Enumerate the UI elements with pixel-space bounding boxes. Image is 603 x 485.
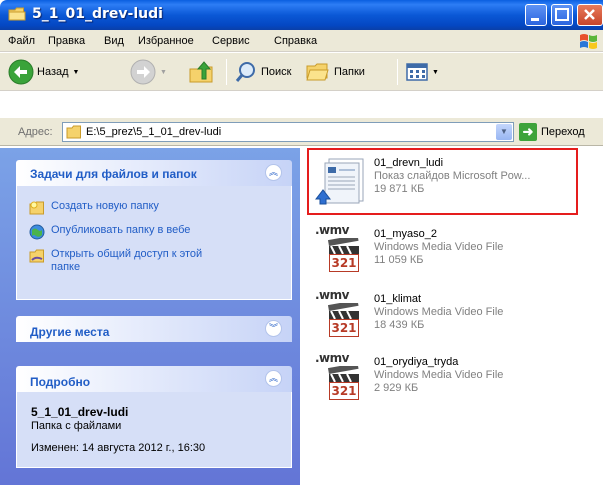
task-new-folder[interactable]: Создать новую папку [17,198,291,218]
back-button[interactable]: Назад ▼ [8,58,79,86]
file-size: 2 929 КБ [374,382,419,394]
task-pane: Задачи для файлов и папок ︽ Создать нову… [0,148,300,485]
folder-icon [66,125,81,139]
file-size: 18 439 КБ [374,319,425,331]
windows-logo-icon [580,34,597,49]
minimize-button[interactable] [525,4,547,26]
close-icon [584,9,595,20]
other-places-header[interactable]: Другие места ︾ [16,316,292,342]
address-field[interactable]: E:\5_prez\5_1_01_drev-ludi ▼ [62,122,514,142]
selection-highlight [307,148,578,215]
menu-view[interactable]: Вид [104,35,124,47]
task-share-folder-label: Открыть общий доступ к этой папке [51,248,203,273]
tasks-panel: Задачи для файлов и папок ︽ Создать нову… [16,160,292,300]
up-folder-button[interactable] [188,58,214,86]
details-panel: Подробно ︽ 5_1_01_drev-ludi Папка с файл… [16,366,292,468]
go-arrow-icon: ➜ [519,123,537,141]
expand-chevron-icon[interactable]: ︾ [265,320,282,337]
menu-file[interactable]: Файл [8,35,35,47]
menu-edit[interactable]: Правка [48,35,85,47]
file-type: Windows Media Video File [374,369,504,381]
menu-help[interactable]: Справка [274,35,317,47]
details-folder-type: Папка с файлами [31,420,122,432]
back-arrow-icon [8,59,34,85]
file-item[interactable]: .wmv 321 01_myaso_2 Windows Media Video … [311,222,581,282]
details-header[interactable]: Подробно ︽ [16,366,292,392]
tasks-panel-header[interactable]: Задачи для файлов и папок ︽ [16,160,292,186]
wmv-badge: .wmv [315,351,349,365]
search-label: Поиск [261,66,292,78]
address-path: E:\5_prez\5_1_01_drev-ludi [86,126,222,138]
search-button[interactable]: Поиск [234,58,291,86]
task-share-folder[interactable]: Открыть общий доступ к этой папке [17,246,291,276]
window-title: 5_1_01_drev-ludi [32,6,163,22]
views-dropdown-icon[interactable]: ▼ [432,69,439,76]
maximize-icon [555,8,569,21]
wmv-badge: .wmv [315,223,349,237]
menu-favorites[interactable]: Избранное [138,35,194,47]
file-size: 11 059 КБ [374,254,424,266]
tasks-panel-body: Создать новую папку Опубликовать папку в… [16,186,292,300]
other-places-panel: Другие места ︾ [16,316,292,342]
folder-icon [8,7,26,21]
tasks-panel-title: Задачи для файлов и папок [30,167,197,181]
title-bar[interactable]: 5_1_01_drev-ludi [0,0,603,30]
forward-dropdown-icon[interactable]: ▼ [160,69,167,76]
task-publish-web[interactable]: Опубликовать папку в вебе [17,222,291,242]
go-button[interactable]: ➜ Переход [519,123,585,141]
address-label: Адрес: [18,126,53,138]
folders-button[interactable]: Папки [305,58,365,86]
wmv-number-badge: 321 [329,382,359,400]
file-name: 01_myaso_2 [374,228,437,240]
views-button[interactable]: ▼ [406,58,439,86]
wmv-file-icon: .wmv 321 [315,351,367,404]
task-publish-web-label: Опубликовать папку в вебе [51,224,191,236]
toolbar: Назад ▼ ▼ Поиск Папки ▼ [0,53,603,91]
file-item[interactable]: .wmv 321 01_orydiya_tryda Windows Media … [311,350,581,410]
menu-tools[interactable]: Сервис [212,35,250,47]
file-type: Windows Media Video File [374,241,504,253]
details-title: Подробно [30,375,91,389]
maximize-button[interactable] [551,4,573,26]
wmv-file-icon: .wmv 321 [315,223,367,276]
wmv-badge: .wmv [315,288,349,302]
up-folder-icon [189,61,213,83]
details-modified: Изменен: 14 августа 2012 г., 16:30 [31,442,206,454]
collapse-chevron-icon[interactable]: ︽ [265,164,282,181]
collapse-chevron-icon[interactable]: ︽ [265,370,282,387]
file-name: 01_klimat [374,293,422,305]
forward-arrow-icon [130,59,156,85]
folders-label: Папки [334,66,365,78]
file-type: Windows Media Video File [374,306,504,318]
file-item[interactable]: .wmv 321 01_klimat Windows Media Video F… [311,287,581,347]
forward-button[interactable]: ▼ [130,58,167,86]
share-folder-icon [29,249,44,263]
folders-icon [306,63,329,81]
search-icon [235,62,255,82]
address-bar: Адрес: E:\5_prez\5_1_01_drev-ludi ▼ ➜ Пе… [0,118,603,146]
publish-web-icon [29,224,45,240]
other-places-title: Другие места [30,325,110,339]
file-name: 01_orydiya_tryda [374,356,459,368]
minimize-icon [531,18,539,21]
details-body: 5_1_01_drev-ludi Папка с файлами Изменен… [16,392,292,468]
wmv-number-badge: 321 [329,319,359,337]
wmv-number-badge: 321 [329,254,359,272]
wmv-file-icon: .wmv 321 [315,288,367,341]
task-new-folder-label: Создать новую папку [51,200,159,212]
menu-bar: Файл Правка Вид Избранное Сервис Справка [0,30,603,52]
address-dropdown-icon[interactable]: ▼ [496,124,512,140]
views-icon [406,63,428,81]
go-label: Переход [541,126,585,138]
back-dropdown-icon[interactable]: ▼ [73,69,80,76]
close-button[interactable] [577,4,603,26]
back-label: Назад [37,66,69,78]
new-folder-icon [29,201,44,215]
details-folder-name: 5_1_01_drev-ludi [31,405,129,419]
